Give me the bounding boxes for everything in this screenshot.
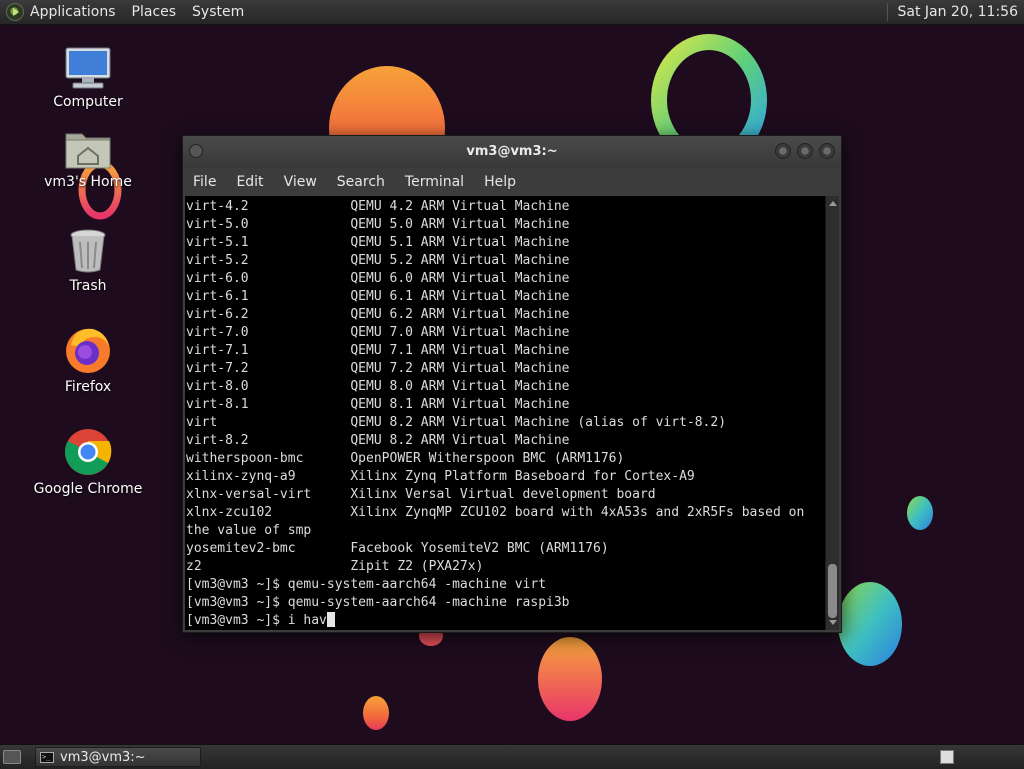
terminal-line: virt-7.1 QEMU 7.1 ARM Virtual Machine — [186, 343, 570, 358]
terminal-line: xilinx-zynq-a9 Xilinx Zynq Platform Base… — [186, 469, 695, 484]
desktop-icon-label: Google Chrome — [33, 481, 143, 497]
menu-file[interactable]: File — [193, 174, 216, 190]
desktop-icon-computer[interactable]: Computer — [33, 46, 143, 110]
menu-view[interactable]: View — [284, 174, 317, 190]
terminal-line: virt-5.2 QEMU 5.2 ARM Virtual Machine — [186, 253, 570, 268]
terminal-line: virt-8.0 QEMU 8.0 ARM Virtual Machine — [186, 379, 570, 394]
home-folder-icon — [65, 133, 111, 169]
menu-terminal[interactable]: Terminal — [405, 174, 464, 190]
terminal-line: [vm3@vm3 ~]$ qemu-system-aarch64 -machin… — [186, 595, 570, 610]
terminal-cursor — [326, 612, 335, 627]
desktop-icon-trash[interactable]: Trash — [33, 228, 143, 294]
terminal-line: [vm3@vm3 ~]$ qemu-system-aarch64 -machin… — [186, 577, 547, 592]
scroll-up-icon[interactable] — [829, 201, 837, 206]
terminal-line: virt-5.1 QEMU 5.1 ARM Virtual Machine — [186, 235, 570, 250]
terminal-line: virt-6.2 QEMU 6.2 ARM Virtual Machine — [186, 307, 570, 322]
terminal-line: xlnx-versal-virt Xilinx Versal Virtual d… — [186, 487, 656, 502]
terminal-input[interactable]: i hav — [288, 613, 327, 628]
desktop-icon-label: Computer — [53, 94, 123, 110]
scroll-down-icon[interactable] — [829, 620, 837, 625]
workspace-switcher[interactable] — [940, 750, 954, 764]
distro-logo-icon[interactable] — [6, 3, 24, 21]
desktop-icon-label: vm3's Home — [44, 174, 132, 190]
terminal-line: virt-5.0 QEMU 5.0 ARM Virtual Machine — [186, 217, 570, 232]
chrome-icon — [64, 429, 112, 475]
window-title: vm3@vm3:~ — [466, 144, 558, 159]
computer-icon — [65, 47, 111, 89]
menu-help[interactable]: Help — [484, 174, 516, 190]
panel-separator — [886, 3, 890, 21]
terminal-line: virt-7.2 QEMU 7.2 ARM Virtual Machine — [186, 361, 570, 376]
terminal-icon: >_ — [40, 751, 54, 763]
top-panel: Applications Places System Sat Jan 20, 1… — [0, 0, 1024, 25]
terminal-prompt: [vm3@vm3 ~]$ — [186, 613, 288, 628]
terminal-line: virt-6.1 QEMU 6.1 ARM Virtual Machine — [186, 289, 570, 304]
close-icon[interactable] — [819, 143, 835, 159]
terminal-line: virt-8.2 QEMU 8.2 ARM Virtual Machine — [186, 433, 570, 448]
terminal-window: vm3@vm3:~ File Edit View Search Terminal… — [182, 135, 842, 633]
show-desktop-icon[interactable] — [3, 750, 21, 764]
terminal-line: virt-8.1 QEMU 8.1 ARM Virtual Machine — [186, 397, 570, 412]
terminal-prompt-line[interactable]: [vm3@vm3 ~]$ i hav — [185, 612, 827, 630]
desktop-icon-label: Firefox — [64, 379, 112, 395]
places-menu[interactable]: Places — [132, 4, 177, 20]
taskbar-terminal-button[interactable]: >_ vm3@vm3:~ — [35, 747, 201, 767]
desktop-icon-firefox[interactable]: Firefox — [33, 325, 143, 395]
terminal-line: virt-7.0 QEMU 7.0 ARM Virtual Machine — [186, 325, 570, 340]
terminal-line: yosemitev2-bmc Facebook YosemiteV2 BMC (… — [186, 541, 609, 556]
menu-edit[interactable]: Edit — [236, 174, 263, 190]
bottom-panel: >_ vm3@vm3:~ — [0, 744, 1024, 769]
desktop-icon-chrome[interactable]: Google Chrome — [33, 427, 143, 497]
desktop-icon-home[interactable]: vm3's Home — [33, 128, 143, 190]
terminal-line: virt-4.2 QEMU 4.2 ARM Virtual Machine — [186, 199, 570, 214]
terminal-line: witherspoon-bmc OpenPOWER Witherspoon BM… — [186, 451, 625, 466]
trash-icon — [70, 229, 106, 273]
scrollbar-thumb[interactable] — [828, 564, 837, 618]
taskbar-button-label: vm3@vm3:~ — [60, 749, 146, 765]
window-titlebar[interactable]: vm3@vm3:~ — [183, 136, 841, 168]
terminal-line: the value of smp — [186, 523, 312, 538]
window-menubar: File Edit View Search Terminal Help — [183, 168, 841, 196]
menu-search[interactable]: Search — [337, 174, 385, 190]
desktop-icon-label: Trash — [69, 278, 107, 294]
applications-menu[interactable]: Applications — [30, 4, 116, 20]
minimize-icon[interactable] — [775, 143, 791, 159]
window-menu-icon[interactable] — [189, 144, 203, 158]
system-menu[interactable]: System — [192, 4, 244, 20]
terminal-line: xlnx-zcu102 Xilinx ZynqMP ZCU102 board w… — [186, 505, 805, 520]
clock[interactable]: Sat Jan 20, 11:56 — [898, 4, 1019, 20]
maximize-icon[interactable] — [797, 143, 813, 159]
firefox-icon — [66, 328, 110, 373]
terminal-scrollbar[interactable] — [825, 196, 839, 630]
terminal-output[interactable]: virt-4.2 QEMU 4.2 ARM Virtual Machine vi… — [185, 196, 827, 630]
terminal-line: virt QEMU 8.2 ARM Virtual Machine (alias… — [186, 415, 727, 430]
terminal-line: z2 Zipit Z2 (PXA27x) — [186, 559, 484, 574]
terminal-line: virt-6.0 QEMU 6.0 ARM Virtual Machine — [186, 271, 570, 286]
